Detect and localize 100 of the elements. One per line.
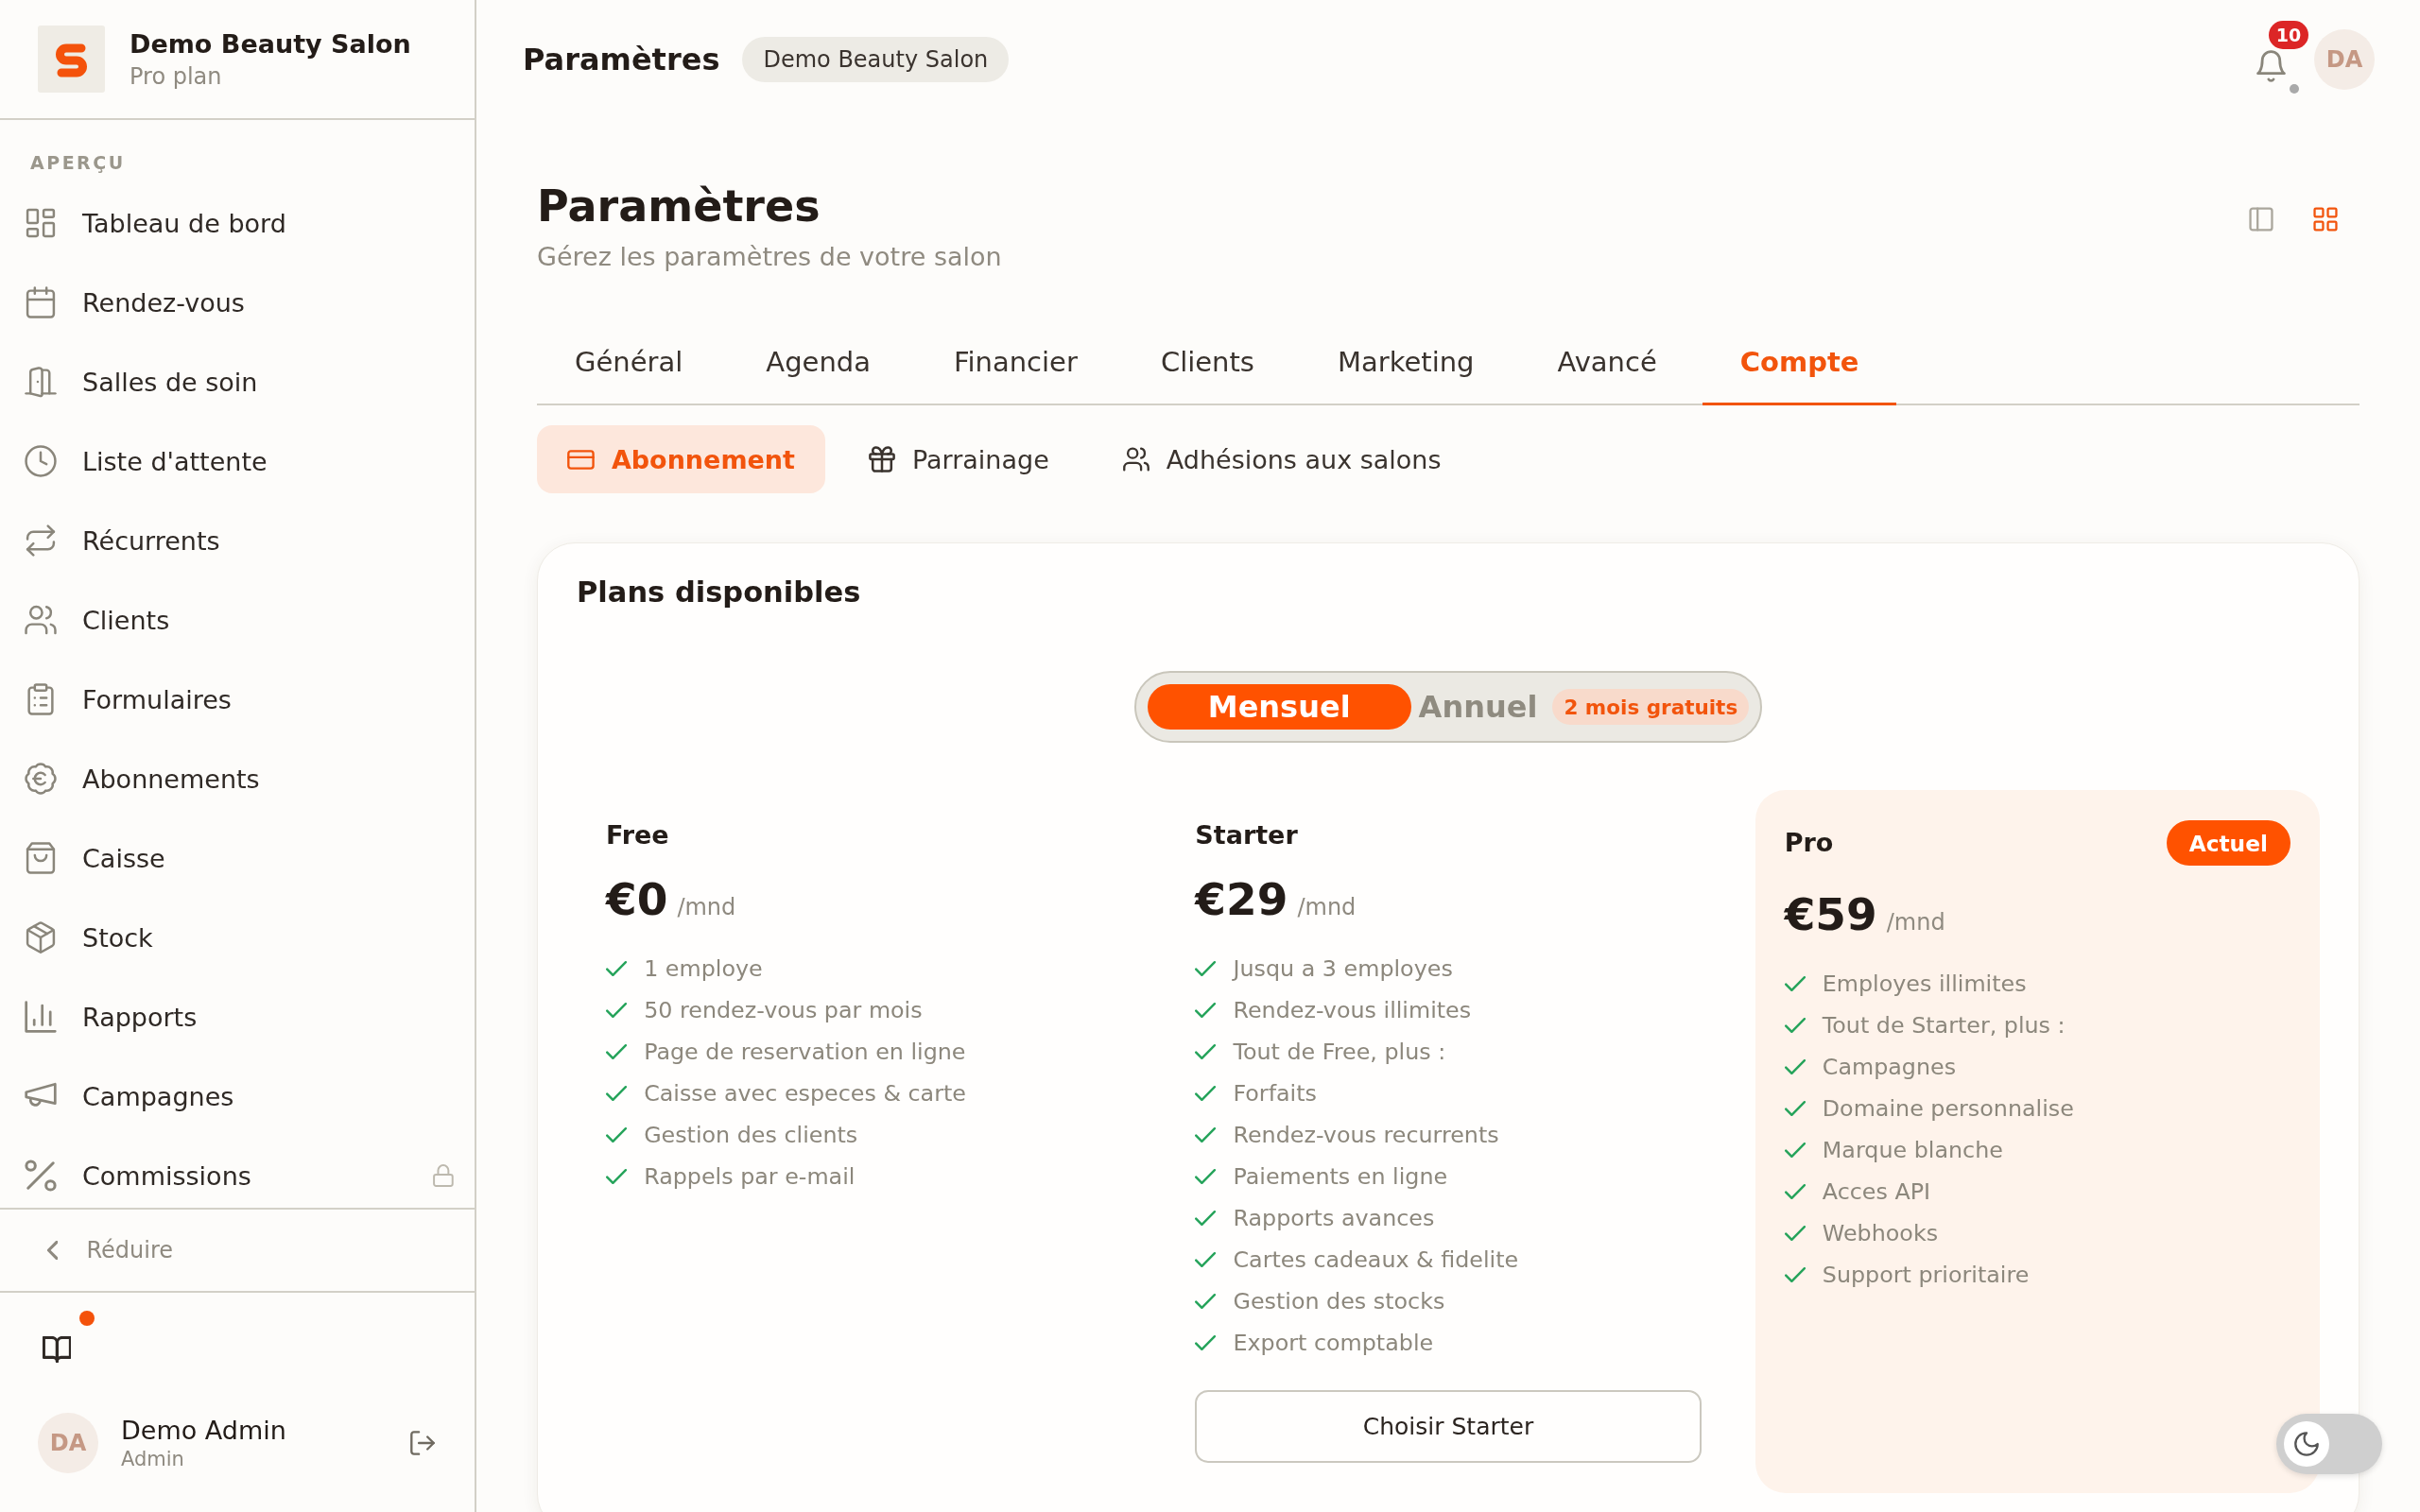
settings-tab[interactable]: Clients — [1122, 326, 1292, 405]
nav-item[interactable]: Campagnes — [11, 1057, 463, 1136]
discount-badge: 2 mois gratuits — [1552, 689, 1750, 725]
price-period: /mnd — [1297, 894, 1357, 920]
subtab[interactable]: Parrainage — [838, 425, 1080, 493]
grid-icon — [2312, 206, 2339, 232]
theme-toggle[interactable] — [2276, 1414, 2382, 1474]
clock-icon — [25, 445, 57, 477]
plan-feature: Rendez-vous recurrents — [1233, 1122, 1499, 1148]
subtab[interactable]: Adhésions aux salons — [1092, 425, 1472, 493]
section-label: APERÇU — [30, 151, 126, 175]
notification-count: 10 — [2269, 21, 2309, 49]
settings-tab[interactable]: Agenda — [728, 326, 908, 405]
nav-item[interactable]: Commissions — [11, 1136, 463, 1208]
euro-badge-icon — [25, 763, 57, 795]
check-icon — [1195, 1169, 1217, 1184]
book-icon — [42, 1336, 72, 1363]
plan-feature: Employes illimites — [1822, 971, 2027, 997]
box-icon — [25, 921, 57, 954]
sidebar-layout-icon — [2248, 206, 2274, 232]
plan-feature: Acces API — [1822, 1178, 1931, 1205]
check-icon — [1195, 1294, 1217, 1309]
plan-price: €0 — [606, 873, 668, 926]
user-avatar: DA — [38, 1413, 98, 1473]
nav-item[interactable]: Salles de soin — [11, 342, 463, 421]
page-heading: Paramètres — [537, 180, 821, 232]
moon-icon — [2294, 1432, 2319, 1456]
plan-feature: Paiements en ligne — [1233, 1163, 1448, 1190]
plan-name: Pro — [1784, 828, 1834, 858]
check-icon — [1784, 976, 1806, 991]
salon-badge: Demo Beauty Salon — [742, 37, 1010, 82]
clipboard-icon — [25, 683, 57, 715]
page-subtitle: Gérez les paramètres de votre salon — [537, 241, 1002, 273]
settings-tab[interactable]: Marketing — [1299, 326, 1512, 405]
plan-feature: Webhooks — [1822, 1220, 1939, 1246]
bar-chart-icon — [25, 1001, 57, 1033]
settings-tab[interactable]: Financier — [915, 326, 1115, 405]
user-role: Admin — [121, 1447, 185, 1471]
percent-icon — [25, 1160, 57, 1192]
check-icon — [1195, 1335, 1217, 1350]
logo-icon — [38, 26, 105, 93]
check-icon — [1195, 961, 1217, 976]
choose-plan-button[interactable]: Choisir Starter — [1195, 1390, 1702, 1463]
notifications-button[interactable] — [2256, 50, 2286, 82]
check-icon — [606, 1169, 628, 1184]
credit-card-icon — [567, 449, 595, 470]
current-plan-badge: Actuel — [2166, 820, 2290, 866]
nav-item[interactable]: Caisse — [11, 818, 463, 898]
check-icon — [1195, 1086, 1217, 1101]
plan-feature: Marque blanche — [1822, 1137, 2003, 1163]
nav-item[interactable]: Stock — [11, 898, 463, 977]
nav-item[interactable]: Liste d'attente — [11, 421, 463, 501]
plan-price: €29 — [1195, 873, 1288, 926]
check-icon — [1195, 1211, 1217, 1226]
nav-item[interactable]: Formulaires — [11, 660, 463, 739]
check-icon — [1195, 1252, 1217, 1267]
salon-name: Demo Beauty Salon — [130, 27, 411, 60]
nav-item[interactable]: Récurrents — [11, 501, 463, 580]
plan-feature: Tout de Free, plus : — [1233, 1039, 1446, 1065]
gift-icon — [869, 446, 895, 472]
bell-icon — [2256, 50, 2286, 82]
nav-item[interactable]: Rapports — [11, 977, 463, 1057]
plan-feature: Page de reservation en ligne — [644, 1039, 966, 1065]
plan-feature: Rappels par e-mail — [644, 1163, 856, 1190]
plan-name: Starter — [1195, 820, 1298, 850]
plan-feature: Support prioritaire — [1822, 1262, 2030, 1288]
nav-item[interactable]: Tableau de bord — [11, 183, 463, 263]
plan-feature: Rendez-vous illimites — [1233, 997, 1472, 1023]
plan-feature: Jusqu a 3 employes — [1233, 955, 1453, 982]
plan-feature: Tout de Starter, plus : — [1822, 1012, 2066, 1039]
check-icon — [1784, 1018, 1806, 1033]
logout-icon — [410, 1431, 435, 1455]
check-icon — [606, 1044, 628, 1059]
repeat-icon — [25, 524, 57, 557]
check-icon — [1784, 1184, 1806, 1199]
page-title: Paramètres — [523, 42, 720, 77]
plan-feature: Domaine personnalise — [1822, 1095, 2074, 1122]
logout-button[interactable] — [410, 1431, 435, 1455]
plan-feature: Caisse avec especes & carte — [644, 1080, 966, 1107]
users-icon — [1122, 446, 1150, 472]
check-icon — [606, 1127, 628, 1143]
calendar-icon — [25, 286, 57, 318]
check-icon — [1784, 1143, 1806, 1158]
settings-tab[interactable]: Général — [537, 326, 721, 405]
users-icon — [25, 604, 57, 636]
check-icon — [1784, 1101, 1806, 1116]
plan-name: Free — [606, 820, 669, 850]
check-icon — [606, 1003, 628, 1018]
nav-item[interactable]: Abonnements — [11, 739, 463, 818]
check-icon — [606, 961, 628, 976]
plan-feature: Rapports avances — [1233, 1205, 1435, 1231]
price-period: /mnd — [1886, 909, 1945, 936]
plan-label: Pro plan — [130, 61, 223, 91]
chevron-left-icon — [47, 1241, 59, 1260]
plan-feature: Campagnes — [1822, 1054, 1957, 1080]
nav-item[interactable]: Clients — [11, 580, 463, 660]
door-icon — [25, 366, 57, 398]
user-name: Demo Admin — [121, 1415, 286, 1447]
nav-item[interactable]: Rendez-vous — [11, 263, 463, 342]
settings-tab[interactable]: Avancé — [1519, 326, 1695, 405]
